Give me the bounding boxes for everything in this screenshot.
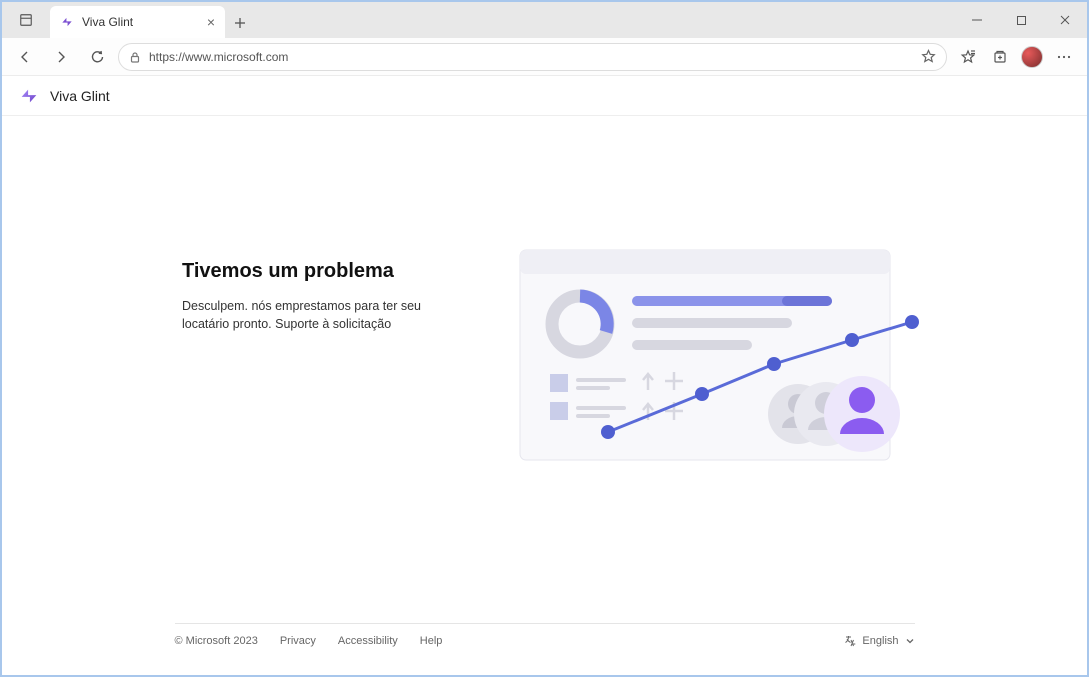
language-icon	[843, 634, 856, 647]
collections-icon[interactable]	[985, 42, 1015, 72]
language-selector[interactable]: English	[843, 634, 914, 647]
copyright-text: © Microsoft 2023	[175, 635, 258, 647]
chevron-down-icon	[905, 636, 915, 646]
address-bar[interactable]: https://www.microsoft.com	[118, 43, 947, 71]
lock-icon	[129, 51, 141, 63]
accessibility-link[interactable]: Accessibility	[338, 635, 398, 647]
app-name: Viva Glint	[50, 88, 110, 104]
window-controls	[955, 2, 1087, 38]
profile-avatar[interactable]	[1017, 42, 1047, 72]
tab-title: Viva Glint	[82, 15, 133, 29]
language-label: English	[862, 635, 898, 647]
help-link[interactable]: Help	[420, 635, 443, 647]
url-text: https://www.microsoft.com	[149, 50, 288, 64]
browser-toolbar: https://www.microsoft.com	[2, 38, 1087, 76]
menu-button[interactable]	[1049, 42, 1079, 72]
tab-close-icon[interactable]: ×	[207, 15, 215, 29]
new-tab-button[interactable]	[225, 8, 255, 38]
viva-glint-logo-icon	[18, 85, 40, 107]
favicon-icon	[60, 15, 74, 29]
forward-button[interactable]	[46, 42, 76, 72]
privacy-link[interactable]: Privacy	[280, 635, 316, 647]
error-body: Desculpem. nós emprestamos para ter seu …	[182, 297, 462, 333]
tab-actions-icon[interactable]	[2, 2, 50, 38]
app-header: Viva Glint	[2, 76, 1087, 116]
favorite-star-icon[interactable]	[921, 49, 936, 64]
error-title: Tivemos um problema	[182, 260, 462, 283]
page-footer: © Microsoft 2023 Privacy Accessibility H…	[0, 623, 1089, 647]
close-window-button[interactable]	[1043, 2, 1087, 38]
refresh-button[interactable]	[82, 42, 112, 72]
error-illustration	[502, 236, 932, 496]
browser-tab[interactable]: Viva Glint ×	[50, 6, 225, 38]
error-message-block: Tivemos um problema Desculpem. nós empre…	[182, 236, 462, 496]
back-button[interactable]	[10, 42, 40, 72]
minimize-button[interactable]	[955, 2, 999, 38]
favorites-icon[interactable]	[953, 42, 983, 72]
browser-titlebar: Viva Glint ×	[2, 2, 1087, 38]
main-content: Tivemos um problema Desculpem. nós empre…	[2, 116, 1087, 496]
maximize-button[interactable]	[999, 2, 1043, 38]
